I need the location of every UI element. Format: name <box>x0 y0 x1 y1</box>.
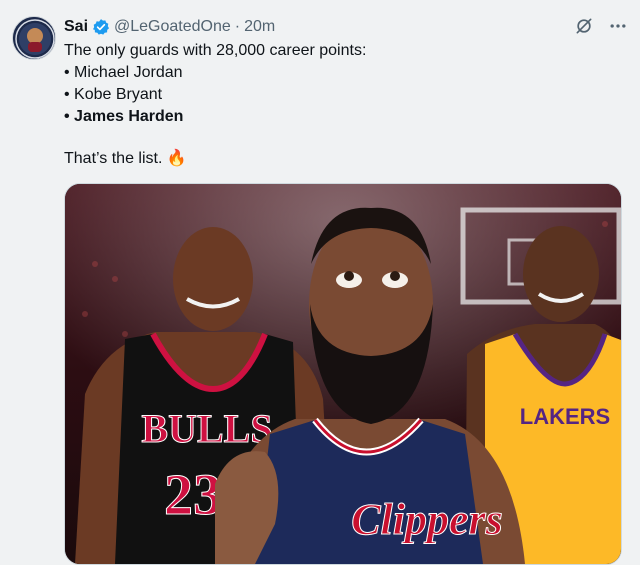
verified-badge-icon <box>92 18 110 36</box>
jersey-left-number: 23 <box>164 462 222 527</box>
text-line-harden: • James Harden <box>64 108 184 125</box>
post-image[interactable]: BULLS 23 LAKERS Clippers <box>64 183 622 565</box>
tweet-header: Sai @LeGoatedOne · 20m <box>64 16 628 38</box>
jersey-center-text: Clippers <box>351 495 503 544</box>
post-time[interactable]: 20m <box>244 16 275 38</box>
more-options-icon[interactable] <box>608 16 628 36</box>
text-line-closing: That’s the list. 🔥 <box>64 150 187 167</box>
jersey-left-text: BULLS <box>141 406 272 451</box>
tweet[interactable]: Sai @LeGoatedOne · 20m The only guards w… <box>0 0 640 565</box>
text-line-kobe: • Kobe Bryant <box>64 86 163 103</box>
avatar[interactable] <box>12 16 56 60</box>
text-line-jordan: • Michael Jordan <box>64 64 183 81</box>
text-spacer <box>64 128 624 148</box>
tweet-actions <box>574 16 628 36</box>
author-handle[interactable]: @LeGoatedOne <box>114 16 231 38</box>
author-name[interactable]: Sai <box>64 16 88 38</box>
text-line-intro: The only guards with 28,000 career point… <box>64 42 367 59</box>
tweet-text: The only guards with 28,000 career point… <box>64 40 624 170</box>
jersey-right-text: LAKERS <box>520 404 610 429</box>
separator-dot: · <box>234 18 241 35</box>
grok-icon[interactable] <box>574 16 594 36</box>
